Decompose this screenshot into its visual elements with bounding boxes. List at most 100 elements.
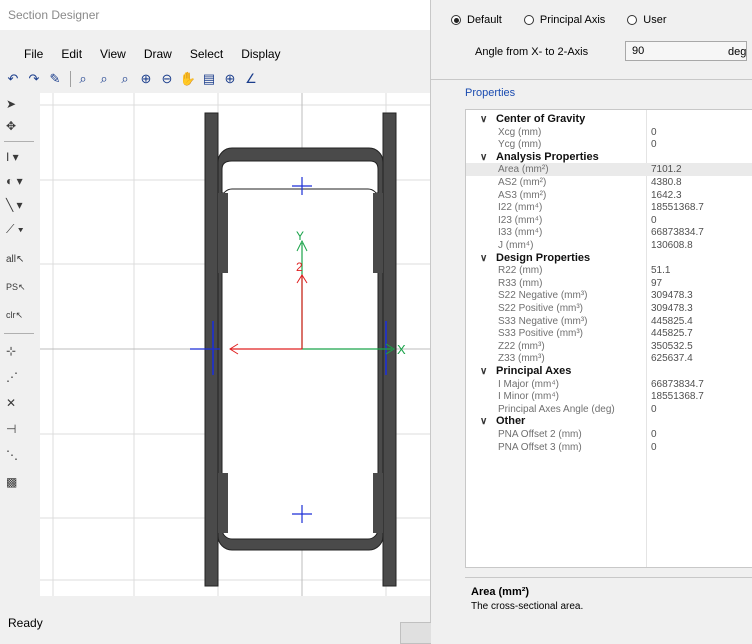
snap-line-icon[interactable]: ⋰ <box>6 366 34 388</box>
property-value: 0 <box>651 441 657 453</box>
crosshair-icon[interactable]: ⊕ <box>221 70 239 88</box>
property-value: 0 <box>651 403 657 415</box>
property-row[interactable]: I Major (mm⁴) 66873834.7 <box>466 378 752 391</box>
property-row[interactable]: S22 Positive (mm³) 309478.3 <box>466 302 752 315</box>
panel-divider <box>431 79 752 80</box>
toolbar: ↶ ↷ ✎ ⌕ ⌕ ⌕ ⊕ ⊖ ✋ ▤ ⊕ ∠ <box>0 67 430 91</box>
property-row[interactable]: J (mm⁴) 130608.8 <box>466 239 752 252</box>
radio-default-dot[interactable] <box>451 15 461 25</box>
draw-shape-icon[interactable]: ◐ ▾ <box>6 170 34 192</box>
property-row[interactable]: I22 (mm⁴) 18551368.7 <box>466 201 752 214</box>
collapse-chevron-icon[interactable]: ∨ <box>480 365 487 378</box>
axis-2-label: 2 <box>296 260 303 274</box>
property-row[interactable]: S33 Positive (mm³) 445825.7 <box>466 327 752 340</box>
menu-draw[interactable]: Draw <box>135 43 181 65</box>
zoom-in-icon[interactable]: ⊕ <box>137 70 155 88</box>
draw-section-icon[interactable]: I ▾ <box>6 146 34 168</box>
property-row[interactable]: Area (mm²) 7101.2 <box>466 163 752 177</box>
property-row[interactable]: I23 (mm⁴) 0 <box>466 214 752 227</box>
menu-select[interactable]: Select <box>181 43 232 65</box>
axis-y-label: Y <box>296 229 304 243</box>
drawing-canvas[interactable]: X Y 2 <box>40 93 430 596</box>
property-category[interactable]: ∨ Center of Gravity <box>466 113 752 126</box>
property-category[interactable]: ∨ Principal Axes <box>466 365 752 378</box>
property-row[interactable]: S22 Negative (mm³) 309478.3 <box>466 289 752 302</box>
collapse-chevron-icon[interactable]: ∨ <box>480 113 487 126</box>
property-name: Z22 (mm³) <box>498 340 545 352</box>
draw-line-icon[interactable]: ╲ ▾ <box>6 194 34 216</box>
property-row[interactable]: Principal Axes Angle (deg) 0 <box>466 403 752 416</box>
property-row[interactable]: AS2 (mm²) 4380.8 <box>466 176 752 189</box>
zoom-out-icon[interactable]: ⊖ <box>158 70 176 88</box>
property-row[interactable]: Z33 (mm³) 625637.4 <box>466 352 752 365</box>
collapse-chevron-icon[interactable]: ∨ <box>480 252 487 265</box>
menu-edit[interactable]: Edit <box>52 43 91 65</box>
category-name: Center of Gravity <box>496 113 586 125</box>
zoom-previous-icon[interactable]: ⌕ <box>116 70 134 88</box>
select-previous-icon[interactable]: PS ↖ <box>6 276 34 298</box>
pan-icon[interactable]: ✋ <box>179 70 197 88</box>
draw-rebar-icon[interactable]: ⟋ ▾ <box>6 218 34 240</box>
property-name: I23 (mm⁴) <box>498 214 543 226</box>
menu-file[interactable]: File <box>0 43 52 65</box>
property-category[interactable]: ∨ Analysis Properties <box>466 151 752 164</box>
property-row[interactable]: PNA Offset 3 (mm) 0 <box>466 441 752 454</box>
property-row[interactable]: I Minor (mm⁴) 18551368.7 <box>466 390 752 403</box>
tool-separator <box>4 141 34 142</box>
orientation-options: Default Principal Axis User <box>451 14 689 26</box>
snap-intersection-icon[interactable]: ✕ <box>6 392 34 414</box>
property-name: I Major (mm⁴) <box>498 378 559 390</box>
radio-user[interactable]: User <box>627 14 667 26</box>
undo-icon[interactable]: ↶ <box>4 70 22 88</box>
property-name: I Minor (mm⁴) <box>498 391 559 403</box>
property-grid[interactable]: ∨ Center of Gravity Xcg (mm) 0 Ycg (mm) 0 ∨ Ana… <box>465 109 752 568</box>
grid-snap-icon[interactable]: ▩ <box>6 471 34 493</box>
section-designer-window: Section Designer File Edit View Draw Sel… <box>0 0 432 644</box>
redo-icon[interactable]: ↷ <box>25 70 43 88</box>
collapse-chevron-icon[interactable]: ∨ <box>480 151 487 164</box>
property-category[interactable]: ∨ Other <box>466 415 752 428</box>
property-description: Area (mm²) The cross-sectional area. <box>465 577 752 633</box>
property-value: 309478.3 <box>651 303 693 314</box>
property-row[interactable]: PNA Offset 2 (mm) 0 <box>466 428 752 441</box>
angle-icon[interactable]: ∠ <box>242 70 260 88</box>
property-value: 309478.3 <box>651 290 693 302</box>
pointer-icon[interactable]: ➤ <box>6 93 34 115</box>
property-name: I22 (mm⁴) <box>498 202 543 214</box>
snap-perpendicular-icon[interactable]: ⊣ <box>6 418 34 440</box>
property-row[interactable]: R33 (mm) 97 <box>466 277 752 290</box>
radio-principal-axis-dot[interactable] <box>523 15 534 25</box>
table-icon[interactable]: ▤ <box>200 70 218 88</box>
property-name: R22 (mm) <box>498 265 543 277</box>
pen-icon[interactable]: ✎ <box>46 70 64 88</box>
angle-label: Angle from X- to 2-Axis <box>475 46 589 58</box>
property-category[interactable]: ∨ Design Properties <box>466 252 752 265</box>
property-row[interactable]: Z22 (mm³) 350532.5 <box>466 340 752 353</box>
collapse-chevron-icon[interactable]: ∨ <box>480 415 487 428</box>
radio-user-dot[interactable] <box>627 15 638 25</box>
reshape-pointer-icon[interactable]: ✥ <box>6 115 34 137</box>
menu-view[interactable]: View <box>91 43 135 65</box>
zoom-window-icon[interactable]: ⌕ <box>74 70 92 88</box>
property-row[interactable]: AS3 (mm²) 1642.3 <box>466 189 752 202</box>
menu-bar: File Edit View Draw Select Display <box>0 43 430 65</box>
radio-default[interactable]: Default <box>451 14 502 26</box>
property-row[interactable]: S33 Negative (mm³) 445825.4 <box>466 315 752 328</box>
properties-group-label: Properties <box>465 87 516 99</box>
property-row[interactable]: I33 (mm⁴) 66873834.7 <box>466 226 752 239</box>
property-row[interactable]: Ycg (mm) 0 <box>466 138 752 151</box>
category-name: Other <box>496 415 526 428</box>
property-row[interactable]: Xcg (mm) 0 <box>466 126 752 139</box>
clear-selection-icon[interactable]: clr ↖ <box>6 304 34 326</box>
property-value: 0 <box>651 214 657 226</box>
zoom-restore-icon[interactable]: ⌕ <box>95 70 113 88</box>
radio-principal-axis[interactable]: Principal Axis <box>523 14 605 26</box>
snap-nearest-icon[interactable]: ⋱ <box>6 444 34 466</box>
select-all-icon[interactable]: all ↖ <box>6 248 34 270</box>
snap-point-icon[interactable]: ⊹ <box>6 340 34 362</box>
status-bar: Ready <box>0 600 432 644</box>
select-previous-label: PS <box>6 282 19 292</box>
property-row[interactable]: R22 (mm) 51.1 <box>466 264 752 277</box>
property-value: 18551368.7 <box>651 391 704 403</box>
menu-display[interactable]: Display <box>232 43 289 65</box>
